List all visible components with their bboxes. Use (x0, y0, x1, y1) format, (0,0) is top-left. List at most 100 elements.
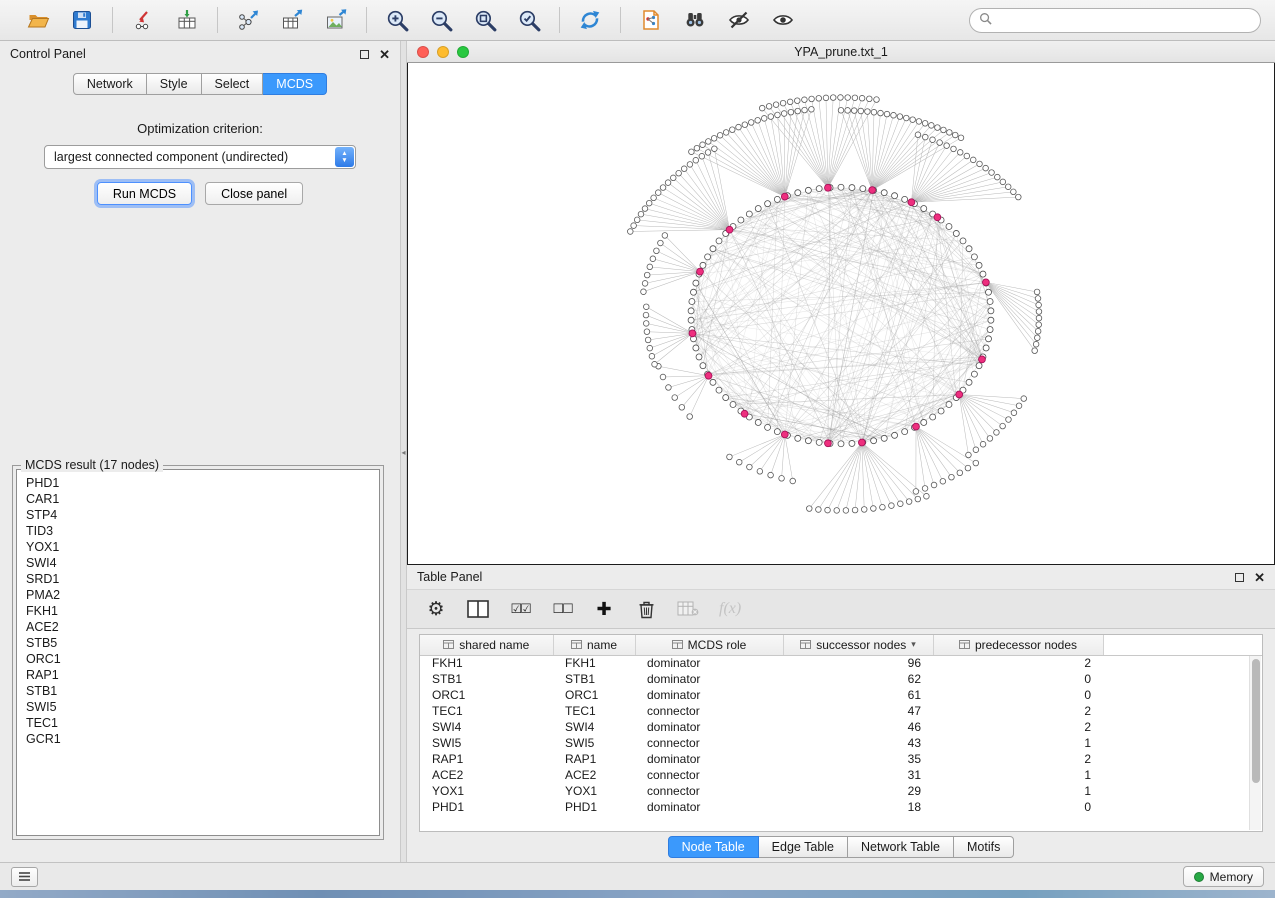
float-panel-button[interactable] (360, 50, 369, 59)
zoom-in-icon[interactable] (379, 5, 415, 35)
open-session-icon[interactable] (20, 5, 56, 35)
export-table-icon[interactable] (274, 5, 310, 35)
table-scrollbar[interactable] (1249, 656, 1261, 830)
export-image-icon[interactable] (318, 5, 354, 35)
mcds-result-item[interactable]: SRD1 (26, 571, 379, 587)
control-panel: Control Panel ✕ Network Style Select MCD… (0, 41, 400, 862)
table-scrollbar-thumb[interactable] (1252, 659, 1260, 783)
table-panel-title: Table Panel (417, 570, 482, 584)
criterion-dropdown[interactable]: largest connected component (undirected)… (44, 145, 356, 169)
main-toolbar (0, 0, 1275, 41)
search-icon (979, 12, 992, 28)
table-row[interactable]: RAP1RAP1dominator352 (420, 751, 1262, 767)
refresh-icon[interactable] (572, 5, 608, 35)
network-canvas[interactable] (407, 63, 1275, 565)
function-builder-icon: f(x) (719, 596, 741, 622)
mcds-result-item[interactable]: ORC1 (26, 651, 379, 667)
column-visibility-icon[interactable] (467, 596, 489, 622)
table-toolbar: ⚙ ☑☑ ☐☐ ✚ f(x) (407, 589, 1275, 629)
add-column-plus-icon[interactable]: ✚ (593, 596, 615, 622)
mcds-result-item[interactable]: FKH1 (26, 603, 379, 619)
mcds-result-item[interactable]: TEC1 (26, 715, 379, 731)
hide-graphics-icon[interactable] (721, 5, 757, 35)
panel-splitter[interactable]: ◂ (400, 41, 407, 862)
mcds-result-item[interactable]: GCR1 (26, 731, 379, 747)
zoom-selected-icon[interactable] (511, 5, 547, 35)
window-minimize-traffic-light[interactable] (437, 46, 449, 58)
tab-select[interactable]: Select (202, 73, 264, 95)
export-network-icon[interactable] (230, 5, 266, 35)
mcds-result-item[interactable]: PHD1 (26, 475, 379, 491)
table-row[interactable]: SWI5SWI5connector431 (420, 735, 1262, 751)
dropdown-stepper-icon: ▲▼ (335, 147, 354, 167)
mcds-result-item[interactable]: ACE2 (26, 619, 379, 635)
mcds-result-item[interactable]: TID3 (26, 523, 379, 539)
column-header-successor-nodes[interactable]: successor nodes▾ (783, 635, 933, 655)
tab-network-table[interactable]: Network Table (848, 836, 954, 858)
optimization-criterion-label: Optimization criterion: (0, 121, 400, 136)
table-row[interactable]: ACE2ACE2connector311 (420, 767, 1262, 783)
mcds-result-item[interactable]: STB5 (26, 635, 379, 651)
show-graphics-eye-icon[interactable] (765, 5, 801, 35)
mcds-result-item[interactable]: SWI4 (26, 555, 379, 571)
table-row[interactable]: PHD1PHD1dominator180 (420, 799, 1262, 815)
import-network-icon[interactable] (125, 5, 161, 35)
tab-node-table[interactable]: Node Table (668, 836, 759, 858)
network-window: YPA_prune.txt_1 (407, 41, 1275, 565)
criterion-selected-value: largest connected component (undirected) (54, 150, 288, 164)
column-grip-icon (672, 638, 683, 652)
close-panel-action-button[interactable]: Close panel (205, 182, 303, 205)
table-settings-gear-icon[interactable]: ⚙ (425, 596, 447, 622)
mcds-result-item[interactable]: STP4 (26, 507, 379, 523)
memory-label: Memory (1210, 870, 1253, 884)
select-all-rows-icon[interactable]: ☑☑ (509, 596, 531, 622)
tab-edge-table[interactable]: Edge Table (759, 836, 848, 858)
clone-network-icon[interactable] (633, 5, 669, 35)
run-mcds-button[interactable]: Run MCDS (97, 182, 192, 205)
mcds-result-item[interactable]: YOX1 (26, 539, 379, 555)
splitter-grip-icon[interactable]: ◂ (401, 449, 406, 457)
mcds-result-item[interactable]: CAR1 (26, 491, 379, 507)
column-header-predecessor-nodes[interactable]: predecessor nodes (933, 635, 1103, 655)
close-table-panel-button[interactable]: ✕ (1254, 571, 1265, 584)
show-panel-list-icon[interactable] (11, 867, 38, 887)
mcds-result-item[interactable]: RAP1 (26, 667, 379, 683)
table-type-tabs: Node Table Edge Table Network Table Moti… (407, 832, 1275, 862)
tab-network[interactable]: Network (73, 73, 147, 95)
memory-button[interactable]: Memory (1183, 866, 1264, 887)
sort-indicator-icon: ▾ (911, 639, 916, 650)
tab-motifs[interactable]: Motifs (954, 836, 1014, 858)
column-header-shared-name[interactable]: shared name (420, 635, 553, 655)
memory-status-icon (1194, 872, 1204, 882)
find-binoculars-icon[interactable] (677, 5, 713, 35)
deselect-all-rows-icon[interactable]: ☐☐ (551, 596, 573, 622)
table-row[interactable]: YOX1YOX1connector291 (420, 783, 1262, 799)
search-field[interactable] (969, 8, 1261, 33)
tab-style[interactable]: Style (147, 73, 202, 95)
mcds-result-item[interactable]: STB1 (26, 683, 379, 699)
table-row[interactable]: TEC1TEC1connector472 (420, 703, 1262, 719)
table-row[interactable]: STB1STB1dominator620 (420, 671, 1262, 687)
column-header-name[interactable]: name (553, 635, 635, 655)
column-header-mcds-role[interactable]: MCDS role (635, 635, 783, 655)
column-grip-icon (571, 638, 582, 652)
control-panel-tabs: Network Style Select MCDS (0, 73, 400, 95)
table-row[interactable]: FKH1FKH1dominator962 (420, 655, 1262, 671)
table-row[interactable]: ORC1ORC1dominator610 (420, 687, 1262, 703)
delete-column-trash-icon[interactable] (635, 596, 657, 622)
mcds-result-list[interactable]: PHD1CAR1STP4TID3YOX1SWI4SRD1PMA2FKH1ACE2… (16, 469, 380, 836)
save-session-icon[interactable] (64, 5, 100, 35)
import-table-icon[interactable] (169, 5, 205, 35)
window-close-traffic-light[interactable] (417, 46, 429, 58)
close-panel-button[interactable]: ✕ (379, 48, 390, 61)
search-input[interactable] (998, 13, 1251, 27)
zoom-fit-icon[interactable] (467, 5, 503, 35)
mcds-result-item[interactable]: PMA2 (26, 587, 379, 603)
tab-mcds[interactable]: MCDS (263, 73, 327, 95)
table-row[interactable]: SWI4SWI4dominator462 (420, 719, 1262, 735)
mcds-result-item[interactable]: SWI5 (26, 699, 379, 715)
float-table-panel-button[interactable] (1235, 573, 1244, 582)
mcds-result-title: MCDS result (17 nodes) (21, 458, 163, 472)
zoom-out-icon[interactable] (423, 5, 459, 35)
window-zoom-traffic-light[interactable] (457, 46, 469, 58)
